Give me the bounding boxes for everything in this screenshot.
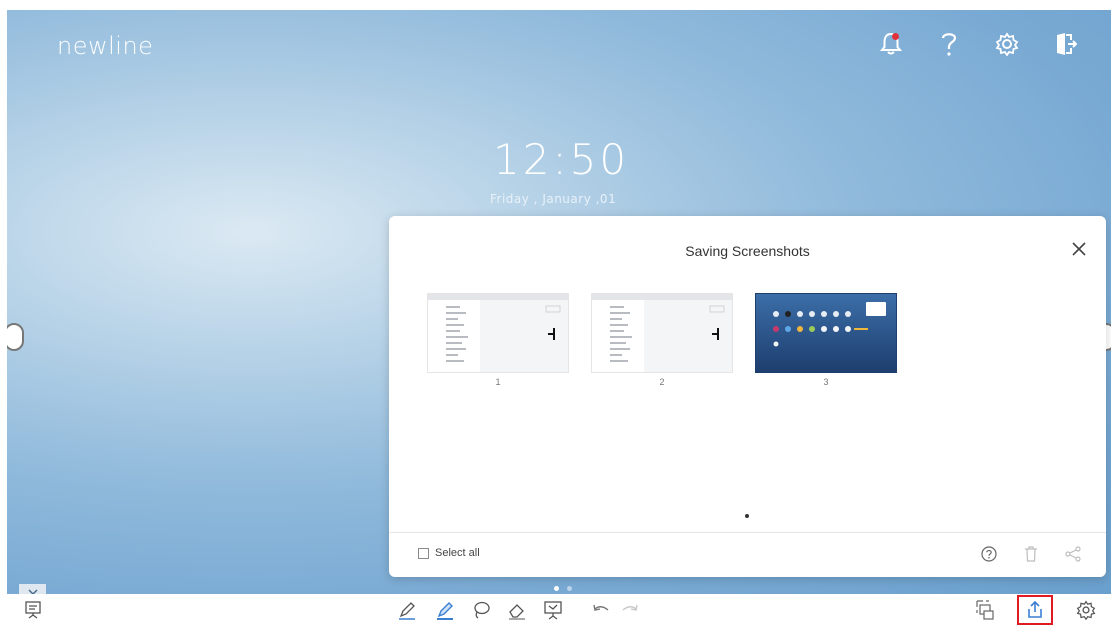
whiteboard-icon[interactable] — [540, 598, 566, 622]
highlighter-icon[interactable] — [432, 598, 458, 622]
dialog-footer: Select all — [389, 532, 1106, 577]
undo-icon[interactable] — [588, 598, 614, 622]
eraser-icon[interactable] — [504, 598, 530, 622]
screenshot-preview — [427, 293, 569, 373]
notification-badge — [892, 33, 899, 40]
screenshot-number: 2 — [659, 377, 665, 387]
top-bar-icons — [862, 28, 1094, 60]
dialog-title: Saving Screenshots — [685, 243, 810, 259]
share-icon[interactable] — [1064, 545, 1082, 563]
page-dot — [554, 586, 559, 591]
settings-icon[interactable] — [978, 28, 1036, 60]
screenshot-thumbnail[interactable]: 2 — [591, 293, 733, 387]
notification-icon[interactable] — [862, 28, 920, 60]
help-icon[interactable] — [920, 28, 978, 60]
settings-icon[interactable] — [1073, 598, 1099, 622]
upload-icon[interactable] — [1017, 595, 1053, 625]
screenshot-icon[interactable] — [972, 598, 998, 622]
newline-logo: newline — [57, 32, 154, 60]
redo-icon — [617, 598, 643, 622]
exit-icon[interactable] — [1036, 28, 1094, 60]
screenshot-preview — [591, 293, 733, 373]
pen-icon[interactable] — [394, 598, 420, 622]
screenshot-list: 1 2 3 — [427, 293, 897, 387]
screenshot-number: 1 — [495, 377, 501, 387]
screenshot-preview — [755, 293, 897, 373]
clock-date: Friday , January ,01 — [490, 192, 617, 206]
lasso-icon[interactable] — [468, 598, 494, 622]
select-all-label: Select all — [435, 547, 480, 559]
screenshot-number: 3 — [823, 377, 829, 387]
page-dot — [567, 586, 572, 591]
dialog-footer-actions — [980, 545, 1082, 563]
left-side-handle[interactable] — [7, 323, 24, 351]
delete-icon[interactable] — [1022, 545, 1040, 563]
page-indicator — [554, 586, 572, 591]
collapse-toolbar-button[interactable] — [19, 584, 46, 594]
screenshot-thumbnail[interactable]: 3 — [755, 293, 897, 387]
select-all-checkbox[interactable] — [418, 547, 429, 559]
select-all-option[interactable]: Select all — [418, 547, 480, 559]
help-icon[interactable] — [980, 545, 998, 563]
bottom-toolbar — [0, 594, 1111, 626]
screenshot-thumbnail[interactable]: 1 — [427, 293, 569, 387]
saving-screenshots-dialog: Saving Screenshots 1 2 3 Select all — [389, 216, 1106, 577]
clock-time: 12:50 — [493, 135, 630, 184]
dialog-page-indicator — [745, 514, 749, 518]
close-icon[interactable] — [1070, 240, 1088, 258]
presentation-icon[interactable] — [20, 598, 46, 622]
